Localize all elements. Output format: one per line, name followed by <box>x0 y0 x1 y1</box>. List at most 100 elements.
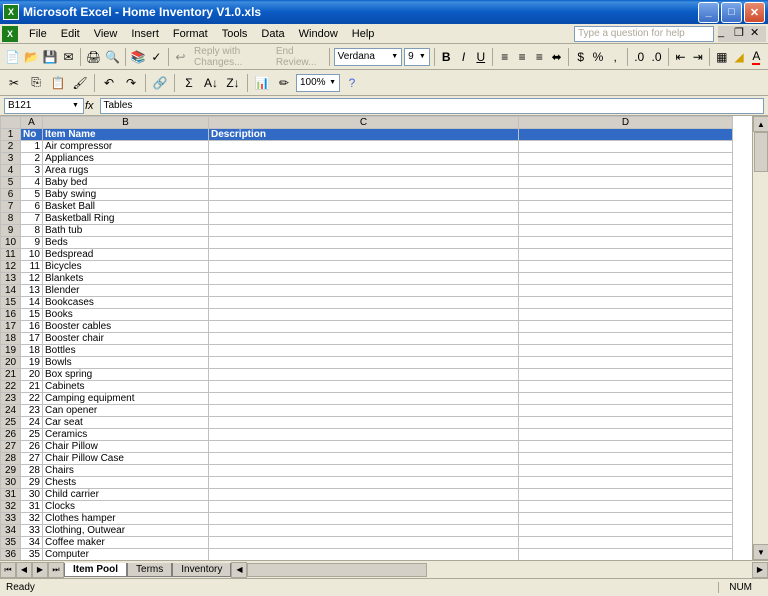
fill-color-icon[interactable]: ◢ <box>731 47 746 67</box>
bold-icon[interactable]: B <box>439 47 454 67</box>
cell-description[interactable] <box>209 201 519 213</box>
print-preview-icon[interactable]: 🔍 <box>104 47 121 67</box>
cell[interactable] <box>519 321 733 333</box>
cell-no[interactable]: 26 <box>21 441 43 453</box>
cell-description[interactable] <box>209 237 519 249</box>
sheet-tab-item-pool[interactable]: Item Pool <box>64 563 127 577</box>
menu-format[interactable]: Format <box>166 26 215 42</box>
doc-close-button[interactable]: ✕ <box>750 26 766 42</box>
help-icon[interactable]: ? <box>342 73 362 93</box>
row-header[interactable]: 5 <box>1 177 21 189</box>
row-header[interactable]: 25 <box>1 417 21 429</box>
row-header[interactable]: 33 <box>1 513 21 525</box>
menu-help[interactable]: Help <box>345 26 382 42</box>
borders-icon[interactable]: ▦ <box>714 47 729 67</box>
cell[interactable] <box>519 213 733 225</box>
cell-description[interactable] <box>209 429 519 441</box>
cell[interactable] <box>519 309 733 321</box>
cell-description[interactable] <box>209 465 519 477</box>
font-name-select[interactable]: Verdana▼ <box>334 48 402 66</box>
menu-view[interactable]: View <box>87 26 125 42</box>
header-cell-item-name[interactable]: Item Name <box>43 129 209 141</box>
cell-no[interactable]: 34 <box>21 537 43 549</box>
cell-item-name[interactable]: Clothing, Outwear <box>43 525 209 537</box>
menu-edit[interactable]: Edit <box>54 26 87 42</box>
row-header[interactable]: 4 <box>1 165 21 177</box>
sort-desc-icon[interactable]: Z↓ <box>223 73 243 93</box>
cell-no[interactable]: 6 <box>21 201 43 213</box>
cell-description[interactable] <box>209 393 519 405</box>
row-header[interactable]: 24 <box>1 405 21 417</box>
cell-description[interactable] <box>209 513 519 525</box>
row-header[interactable]: 36 <box>1 549 21 561</box>
cell-description[interactable] <box>209 225 519 237</box>
cell-no[interactable]: 16 <box>21 321 43 333</box>
cell-description[interactable] <box>209 489 519 501</box>
currency-icon[interactable]: $ <box>573 47 588 67</box>
row-header[interactable]: 7 <box>1 201 21 213</box>
row-header[interactable]: 13 <box>1 273 21 285</box>
cell-no[interactable]: 12 <box>21 273 43 285</box>
cell-description[interactable] <box>209 177 519 189</box>
cell[interactable] <box>519 405 733 417</box>
row-header[interactable]: 12 <box>1 261 21 273</box>
cell-description[interactable] <box>209 537 519 549</box>
print-icon[interactable]: 🖨 <box>85 47 102 67</box>
cell[interactable] <box>519 165 733 177</box>
cell-no[interactable]: 27 <box>21 453 43 465</box>
cell-item-name[interactable]: Child carrier <box>43 489 209 501</box>
cell-description[interactable] <box>209 141 519 153</box>
cell-no[interactable]: 31 <box>21 501 43 513</box>
cell[interactable] <box>519 465 733 477</box>
increase-decimal-icon[interactable]: .0 <box>632 47 647 67</box>
cell-no[interactable]: 1 <box>21 141 43 153</box>
cell-no[interactable]: 25 <box>21 429 43 441</box>
align-center-icon[interactable]: ≡ <box>514 47 529 67</box>
hscroll-thumb[interactable] <box>247 563 427 577</box>
cell-no[interactable]: 5 <box>21 189 43 201</box>
cell-item-name[interactable]: Bottles <box>43 345 209 357</box>
row-header[interactable]: 18 <box>1 333 21 345</box>
menu-tools[interactable]: Tools <box>215 26 255 42</box>
menu-window[interactable]: Window <box>292 26 345 42</box>
doc-restore-button[interactable]: ❐ <box>734 26 750 42</box>
row-header[interactable]: 34 <box>1 525 21 537</box>
cell-description[interactable] <box>209 261 519 273</box>
cell-no[interactable]: 29 <box>21 477 43 489</box>
cell-no[interactable]: 22 <box>21 393 43 405</box>
cell[interactable] <box>519 297 733 309</box>
cell[interactable] <box>519 189 733 201</box>
cell-item-name[interactable]: Basketball Ring <box>43 213 209 225</box>
font-color-icon[interactable]: A <box>749 47 764 67</box>
row-header[interactable]: 17 <box>1 321 21 333</box>
cell-description[interactable] <box>209 309 519 321</box>
column-header-c[interactable]: C <box>209 117 519 129</box>
cell-no[interactable]: 7 <box>21 213 43 225</box>
cell[interactable] <box>519 513 733 525</box>
cell-no[interactable]: 14 <box>21 297 43 309</box>
cell-description[interactable] <box>209 333 519 345</box>
align-right-icon[interactable]: ≡ <box>532 47 547 67</box>
cell-no[interactable]: 23 <box>21 405 43 417</box>
cell[interactable] <box>519 141 733 153</box>
sheet-tab-terms[interactable]: Terms <box>127 563 172 577</box>
cell[interactable] <box>519 129 733 141</box>
undo-icon[interactable]: ↶ <box>99 73 119 93</box>
maximize-button[interactable]: □ <box>721 2 742 23</box>
cell-item-name[interactable]: Booster chair <box>43 333 209 345</box>
row-header[interactable]: 19 <box>1 345 21 357</box>
row-header[interactable]: 8 <box>1 213 21 225</box>
minimize-button[interactable]: _ <box>698 2 719 23</box>
column-header-b[interactable]: B <box>43 117 209 129</box>
tab-first-icon[interactable]: ⏮ <box>0 562 16 578</box>
cell-item-name[interactable]: Appliances <box>43 153 209 165</box>
format-painter-icon[interactable]: 🖌 <box>70 73 90 93</box>
row-header[interactable]: 16 <box>1 309 21 321</box>
cell-no[interactable]: 13 <box>21 285 43 297</box>
spreadsheet-grid[interactable]: A B C D 1NoItem NameDescription21Air com… <box>0 116 733 560</box>
header-cell-description[interactable]: Description <box>209 129 519 141</box>
cell-no[interactable]: 30 <box>21 489 43 501</box>
cell[interactable] <box>519 381 733 393</box>
cell[interactable] <box>519 153 733 165</box>
cell-description[interactable] <box>209 273 519 285</box>
